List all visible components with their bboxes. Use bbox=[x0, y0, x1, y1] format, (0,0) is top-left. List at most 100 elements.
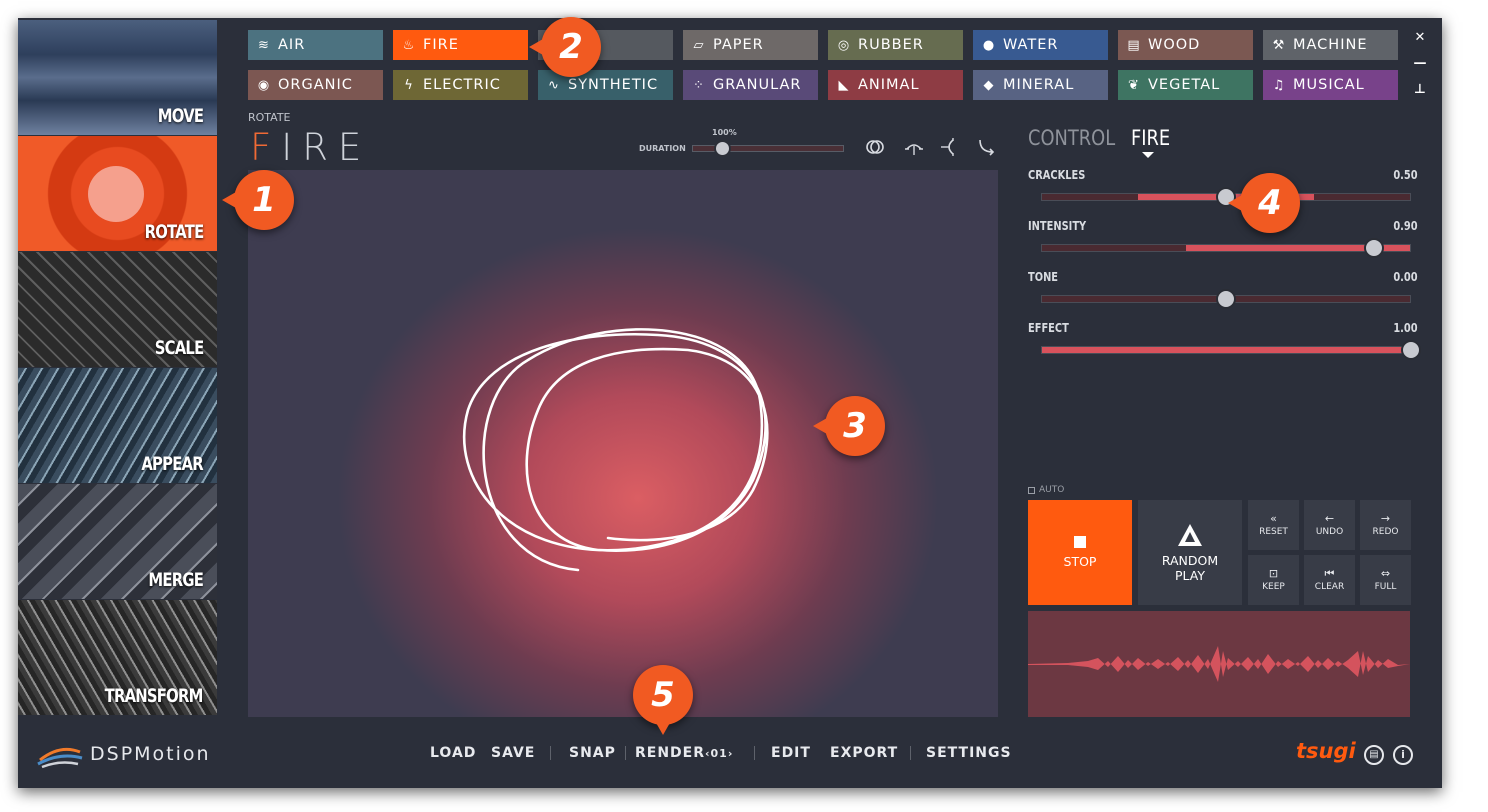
category-label: WOOD bbox=[1148, 37, 1201, 53]
category-label: RUBBER bbox=[858, 37, 924, 53]
info-icon[interactable]: i bbox=[1393, 745, 1413, 765]
category-label: GRANULAR bbox=[713, 77, 802, 93]
category-electric-button[interactable]: ϟ ELECTRIC bbox=[393, 70, 528, 100]
callout-1: 1 bbox=[222, 170, 294, 230]
redo-button[interactable]: → REDO bbox=[1360, 500, 1411, 550]
category-machine-button[interactable]: ⚒ MACHINE bbox=[1263, 30, 1398, 60]
reset-button[interactable]: « RESET bbox=[1248, 500, 1299, 550]
stop-button[interactable]: STOP bbox=[1028, 500, 1132, 605]
button-label: UNDO bbox=[1315, 527, 1344, 537]
duration-slider-knob[interactable] bbox=[714, 140, 732, 157]
waveform-display bbox=[1028, 611, 1410, 717]
auto-checkbox[interactable] bbox=[1028, 487, 1035, 494]
category-label: WATER bbox=[1003, 37, 1059, 53]
reset-icon: « bbox=[1270, 512, 1277, 525]
mode-subtitle: ROTATE bbox=[248, 111, 291, 124]
undo-button[interactable]: ← UNDO bbox=[1304, 500, 1355, 550]
loop-icon[interactable] bbox=[864, 137, 886, 159]
callout-5: 5 bbox=[633, 665, 693, 735]
close-icon[interactable]: ✕ bbox=[1412, 30, 1428, 46]
param-value-intensity: 0.90 bbox=[1393, 219, 1418, 233]
callout-3: 3 bbox=[813, 396, 885, 456]
sidebar-item-appear[interactable]: APPEAR bbox=[18, 368, 217, 483]
load-button[interactable]: LOAD bbox=[430, 745, 476, 761]
button-label: CLEAR bbox=[1314, 582, 1345, 592]
tab-control[interactable]: CONTROL bbox=[1028, 126, 1115, 150]
render-number-stepper[interactable]: ‹01› bbox=[705, 747, 733, 760]
mirror-vertical-icon[interactable] bbox=[939, 137, 961, 159]
category-paper-button[interactable]: ▱ PAPER bbox=[683, 30, 818, 60]
keep-icon: ⊡ bbox=[1268, 567, 1279, 580]
menu-divider bbox=[910, 746, 911, 760]
dspmotion-logo-icon bbox=[37, 747, 83, 769]
sidebar-item-rotate[interactable]: ROTATE bbox=[18, 136, 217, 251]
category-granular-button[interactable]: ⁘ GRANULAR bbox=[683, 70, 818, 100]
param-slider-intensity[interactable] bbox=[1041, 244, 1411, 252]
param-value-tone: 0.00 bbox=[1393, 270, 1418, 284]
page-title: FIRE bbox=[250, 126, 371, 169]
category-fire-button[interactable]: ♨ FIRE bbox=[393, 30, 528, 60]
duration-value: 100% bbox=[712, 128, 737, 137]
param-slider-effect[interactable] bbox=[1041, 346, 1411, 354]
minimize-icon[interactable]: — bbox=[1412, 56, 1428, 72]
export-button[interactable]: EXPORT bbox=[830, 745, 898, 761]
sidebar-item-label: ROTATE bbox=[144, 221, 204, 243]
sidebar-item-move[interactable]: MOVE bbox=[18, 20, 217, 135]
tsugi-logo: tsugi bbox=[1296, 739, 1356, 763]
tab-fire[interactable]: FIRE bbox=[1131, 126, 1170, 150]
document-icon[interactable]: ▤ bbox=[1364, 745, 1384, 765]
motion-path-curve bbox=[462, 328, 769, 572]
callout-4: 4 bbox=[1228, 173, 1300, 233]
wind-icon: ≋ bbox=[258, 37, 270, 53]
menu-divider bbox=[625, 746, 626, 760]
music-note-icon: ♫ bbox=[1272, 77, 1286, 93]
granular-icon: ⁘ bbox=[693, 77, 705, 93]
rotate-thumbnail-glow bbox=[88, 166, 144, 222]
pin-icon[interactable]: ⊥ bbox=[1412, 82, 1428, 98]
keep-button[interactable]: ⊡ KEEP bbox=[1248, 555, 1299, 605]
category-musical-button[interactable]: ♫ MUSICAL bbox=[1263, 70, 1398, 100]
sidebar-item-transform[interactable]: TRANSFORM bbox=[18, 600, 217, 715]
category-organic-button[interactable]: ◉ ORGANIC bbox=[248, 70, 383, 100]
sidebar-item-merge[interactable]: MERGE bbox=[18, 484, 217, 599]
save-button[interactable]: SAVE bbox=[491, 745, 535, 761]
category-label: PAPER bbox=[713, 37, 764, 53]
category-label: ORGANIC bbox=[278, 77, 353, 93]
param-label-tone: TONE bbox=[1028, 270, 1059, 284]
reverse-curve-icon[interactable] bbox=[976, 137, 998, 159]
category-air-button[interactable]: ≋ AIR bbox=[248, 30, 383, 60]
snap-button[interactable]: SNAP bbox=[569, 745, 616, 761]
param-label-effect: EFFECT bbox=[1028, 321, 1069, 335]
category-water-button[interactable]: ● WATER bbox=[973, 30, 1108, 60]
param-slider-knob[interactable] bbox=[1364, 238, 1384, 258]
sidebar-item-label: MOVE bbox=[157, 105, 204, 127]
category-animal-button[interactable]: ◣ ANIMAL bbox=[828, 70, 963, 100]
edit-button[interactable]: EDIT bbox=[771, 745, 811, 761]
category-label: SYNTHETIC bbox=[568, 77, 659, 93]
category-label: FIRE bbox=[423, 37, 459, 53]
duration-label: DURATION bbox=[639, 144, 686, 153]
random-play-button[interactable]: RANDOM PLAY bbox=[1138, 500, 1242, 605]
category-mineral-button[interactable]: ◆ MINERAL bbox=[973, 70, 1108, 100]
render-button[interactable]: RENDER bbox=[635, 745, 705, 761]
param-slider-knob[interactable] bbox=[1401, 340, 1421, 360]
app-window: MOVE ROTATE SCALE APPEAR MERGE TRANSFORM… bbox=[18, 18, 1442, 788]
drawing-canvas[interactable] bbox=[248, 170, 998, 717]
category-rubber-button[interactable]: ◎ RUBBER bbox=[828, 30, 963, 60]
category-wood-button[interactable]: ▤ WOOD bbox=[1118, 30, 1253, 60]
random-play-label: RANDOM PLAY bbox=[1161, 552, 1219, 583]
param-slider-knob[interactable] bbox=[1216, 289, 1236, 309]
waveform-icon bbox=[1028, 646, 1410, 682]
sidebar-item-scale[interactable]: SCALE bbox=[18, 252, 217, 367]
slider-fill bbox=[1042, 347, 1410, 353]
settings-button[interactable]: SETTINGS bbox=[926, 745, 1012, 761]
sidebar-item-label: MERGE bbox=[148, 569, 203, 591]
drop-icon: ● bbox=[982, 37, 996, 53]
mirror-horizontal-icon[interactable] bbox=[903, 137, 925, 159]
category-label: MUSICAL bbox=[1293, 77, 1365, 93]
full-button[interactable]: ⇔ FULL bbox=[1360, 555, 1411, 605]
param-value-crackles: 0.50 bbox=[1393, 168, 1418, 182]
clear-button[interactable]: ⏮ CLEAR bbox=[1304, 555, 1355, 605]
redo-icon: → bbox=[1380, 512, 1391, 525]
category-vegetal-button[interactable]: ❦ VEGETAL bbox=[1118, 70, 1253, 100]
